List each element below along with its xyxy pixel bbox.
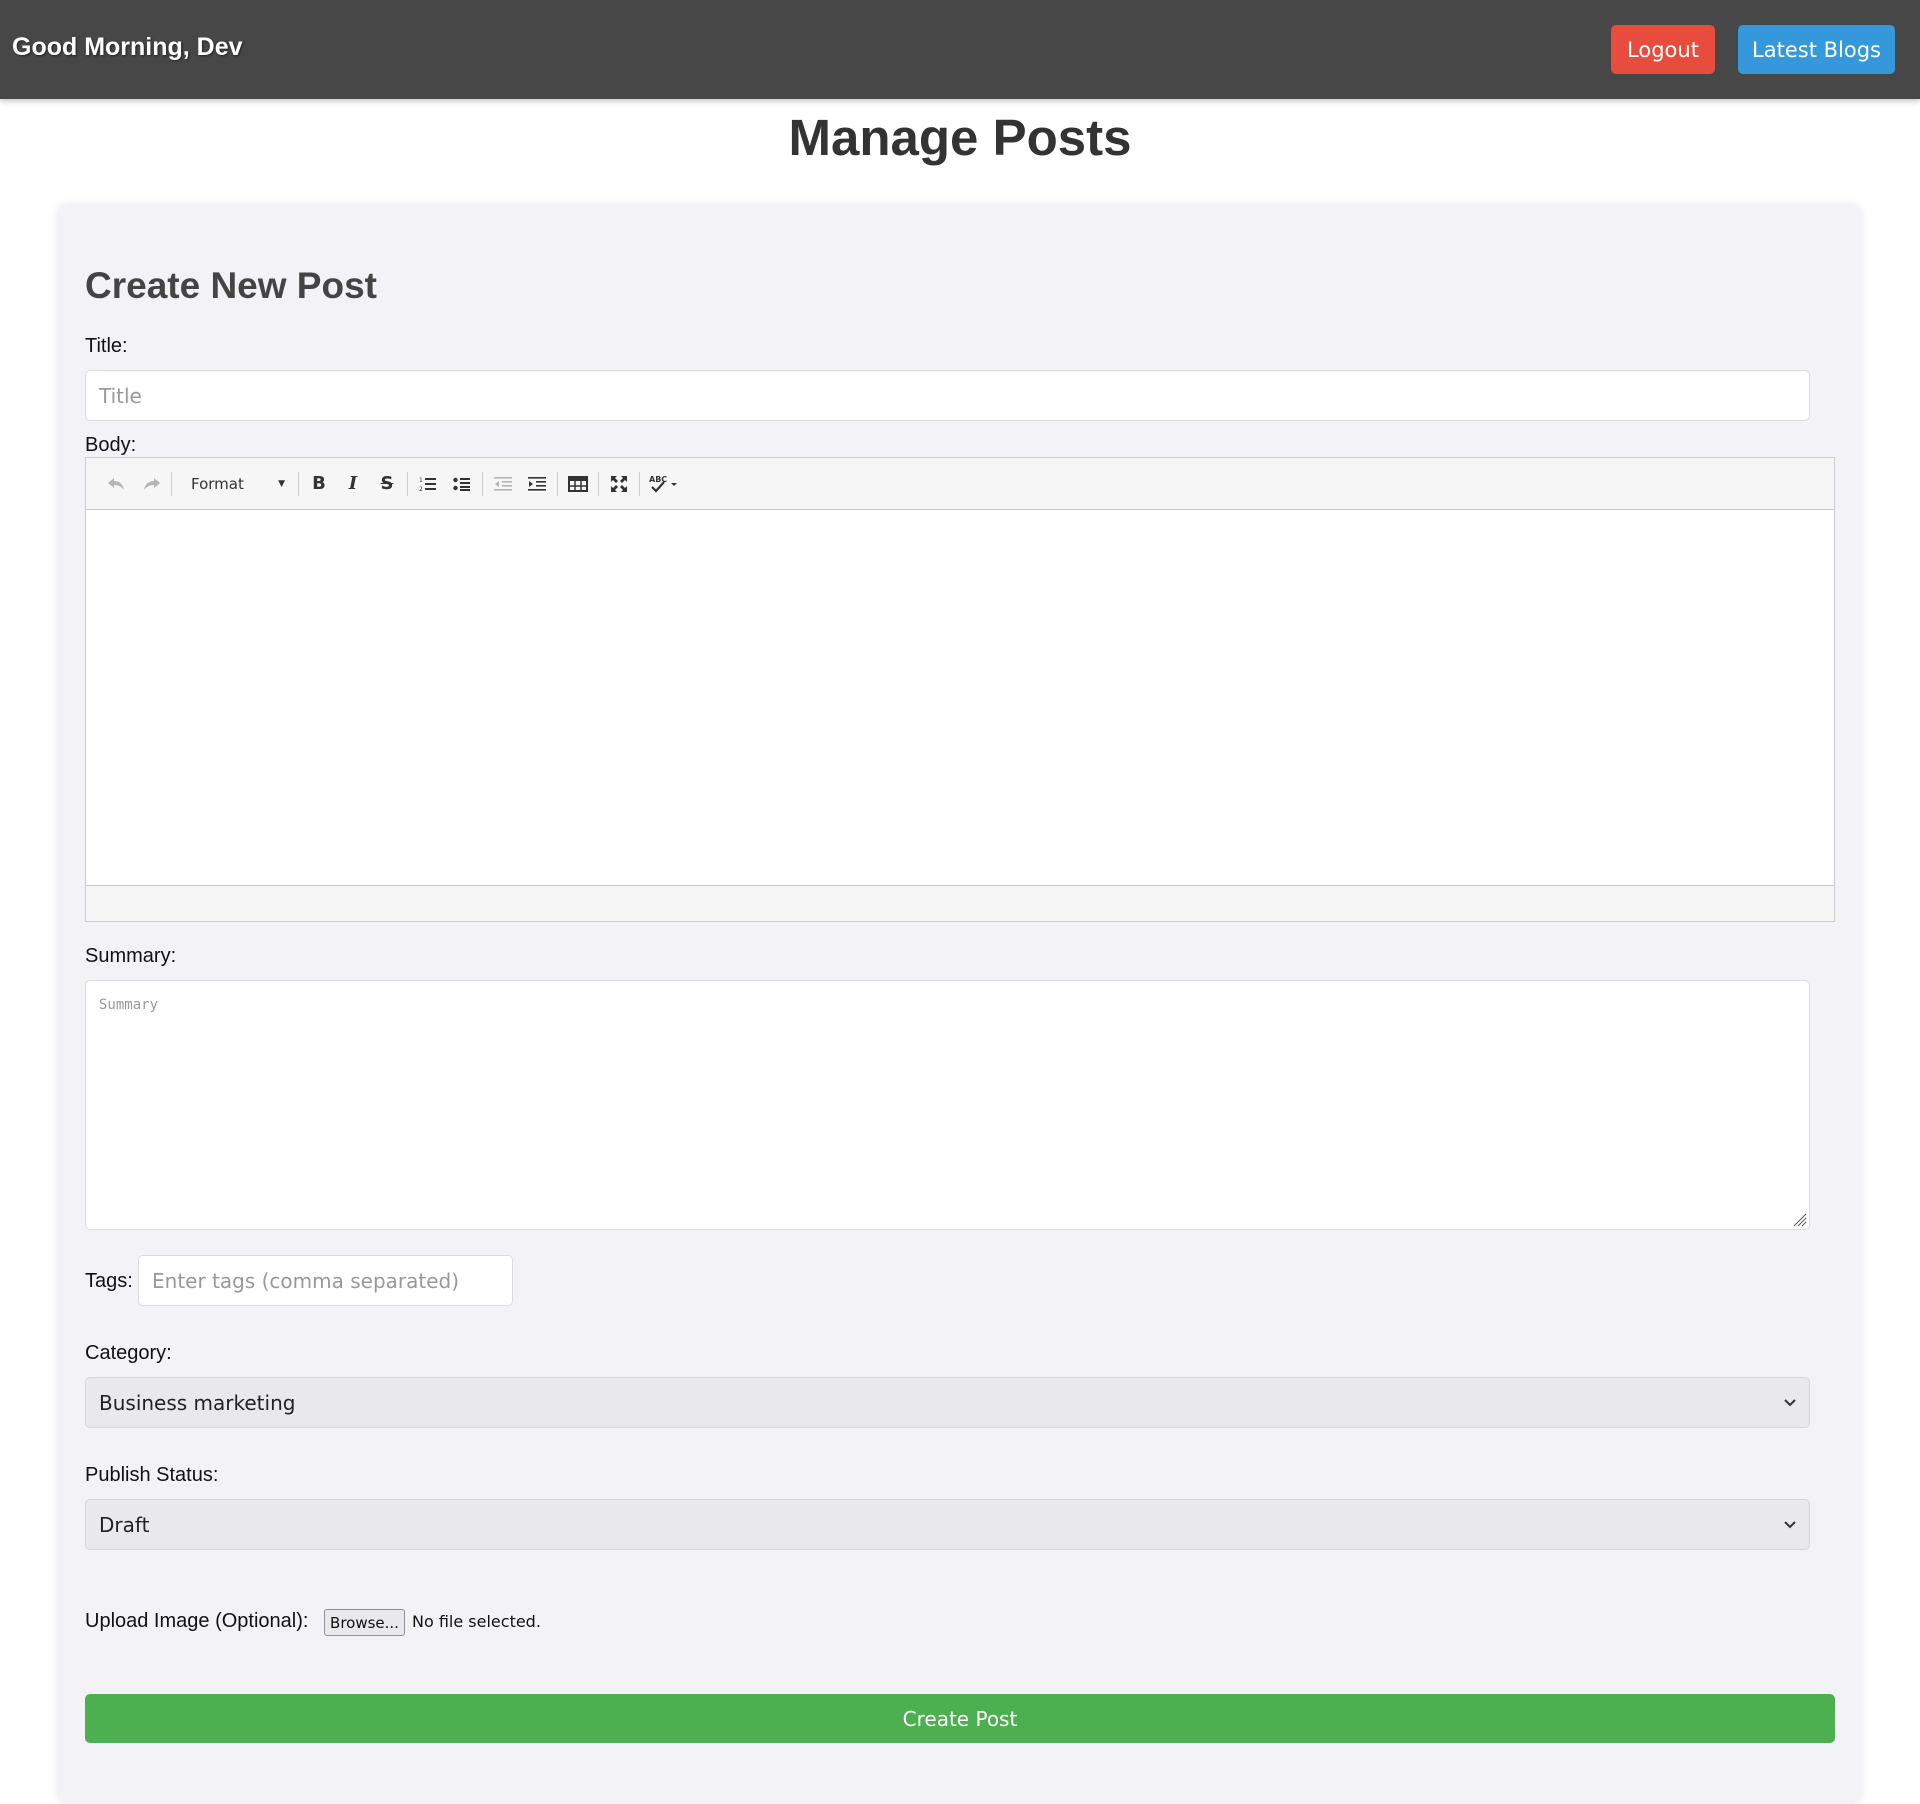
- undo-icon[interactable]: [100, 467, 134, 501]
- latest-blogs-button[interactable]: Latest Blogs: [1738, 25, 1895, 74]
- category-select[interactable]: Business marketing: [85, 1377, 1810, 1428]
- redo-icon[interactable]: [134, 467, 168, 501]
- editor-content-area[interactable]: [86, 510, 1834, 886]
- toolbar-divider: [171, 471, 172, 496]
- indent-icon[interactable]: [520, 467, 554, 501]
- svg-text:2: 2: [419, 486, 423, 492]
- form-heading: Create New Post: [85, 265, 377, 306]
- toolbar-divider: [639, 471, 640, 496]
- chevron-down-icon: [1784, 1517, 1796, 1533]
- chevron-down-icon: [1784, 1395, 1796, 1411]
- outdent-icon[interactable]: [486, 467, 520, 501]
- spellcheck-icon[interactable]: ABC: [643, 467, 683, 501]
- page-title: Manage Posts: [788, 109, 1132, 166]
- toolbar-divider: [407, 471, 408, 496]
- create-post-button[interactable]: Create Post: [85, 1694, 1835, 1743]
- category-selected-value: Business marketing: [99, 1390, 296, 1415]
- strikethrough-icon[interactable]: S: [370, 467, 404, 501]
- category-label: Category:: [85, 1342, 172, 1364]
- toolbar-divider: [598, 471, 599, 496]
- editor-toolbar: Format ▼ B I S 12 ABC: [86, 458, 1834, 510]
- fullscreen-icon[interactable]: [602, 467, 636, 501]
- top-navbar: Good Morning, Dev Logout Latest Blogs: [0, 0, 1920, 99]
- summary-textarea[interactable]: Summary: [85, 980, 1810, 1230]
- file-status-text: No file selected.: [412, 1612, 541, 1631]
- toolbar-divider: [298, 471, 299, 496]
- title-label: Title:: [85, 335, 128, 357]
- bold-icon[interactable]: B: [302, 467, 336, 501]
- body-rich-text-editor: Format ▼ B I S 12 ABC: [85, 457, 1835, 922]
- browse-file-button[interactable]: Browse...: [324, 1609, 405, 1636]
- italic-icon[interactable]: I: [336, 467, 370, 501]
- caret-down-icon: ▼: [278, 478, 285, 489]
- format-label: Format: [191, 474, 244, 493]
- toolbar-divider: [557, 471, 558, 496]
- body-label: Body:: [85, 434, 137, 456]
- resize-grip-icon[interactable]: [1791, 1211, 1807, 1227]
- numbered-list-icon[interactable]: 12: [411, 467, 445, 501]
- greeting-text: Good Morning, Dev: [12, 33, 243, 61]
- format-dropdown[interactable]: Format ▼: [175, 467, 295, 501]
- title-input[interactable]: Title: [85, 370, 1810, 421]
- svg-text:1: 1: [419, 477, 423, 484]
- tags-label: Tags:: [85, 1270, 133, 1292]
- summary-placeholder: Summary: [99, 997, 159, 1013]
- table-icon[interactable]: [561, 467, 595, 501]
- publish-status-selected-value: Draft: [99, 1512, 150, 1537]
- bullet-list-icon[interactable]: [445, 467, 479, 501]
- upload-image-label: Upload Image (Optional):: [85, 1610, 309, 1632]
- publish-status-select[interactable]: Draft: [85, 1499, 1810, 1550]
- logout-button[interactable]: Logout: [1611, 25, 1715, 74]
- toolbar-divider: [482, 471, 483, 496]
- tags-input[interactable]: Enter tags (comma separated): [138, 1255, 513, 1306]
- publish-status-label: Publish Status:: [85, 1464, 219, 1486]
- summary-label: Summary:: [85, 945, 177, 967]
- editor-statusbar: [86, 885, 1834, 921]
